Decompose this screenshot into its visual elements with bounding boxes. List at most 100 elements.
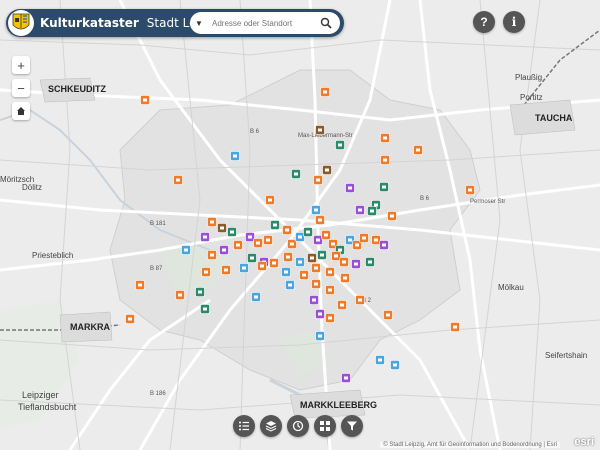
poi-marker[interactable] xyxy=(375,355,385,365)
poi-marker[interactable] xyxy=(325,267,335,277)
poi-marker[interactable] xyxy=(295,257,305,267)
poi-marker[interactable] xyxy=(311,279,321,289)
search-source-dropdown[interactable]: ▼ xyxy=(190,19,208,28)
poi-marker[interactable] xyxy=(227,227,237,237)
poi-marker[interactable] xyxy=(331,251,341,261)
history-button[interactable] xyxy=(287,415,309,437)
poi-marker[interactable] xyxy=(207,217,217,227)
poi-marker[interactable] xyxy=(450,322,460,332)
poi-marker[interactable] xyxy=(351,259,361,269)
poi-marker[interactable] xyxy=(221,265,231,275)
poi-marker[interactable] xyxy=(245,232,255,242)
layers-button[interactable] xyxy=(260,415,282,437)
poi-marker[interactable] xyxy=(125,314,135,324)
home-button[interactable] xyxy=(12,102,30,120)
place-label-moelkau: Mölkau xyxy=(498,283,524,292)
poi-marker[interactable] xyxy=(322,165,332,175)
poi-marker[interactable] xyxy=(230,151,240,161)
poi-marker[interactable] xyxy=(173,175,183,185)
poi-marker[interactable] xyxy=(380,155,390,165)
poi-marker[interactable] xyxy=(315,309,325,319)
poi-marker[interactable] xyxy=(135,280,145,290)
grid-button[interactable] xyxy=(314,415,336,437)
poi-marker[interactable] xyxy=(207,250,217,260)
search-box: ▼ xyxy=(190,12,340,34)
poi-marker[interactable] xyxy=(383,310,393,320)
map-attribution: © Stadt Leipzig, Amt für Geoinformation … xyxy=(380,442,560,448)
info-button[interactable]: i xyxy=(503,11,525,33)
poi-marker[interactable] xyxy=(247,253,257,263)
poi-marker[interactable] xyxy=(311,205,321,215)
poi-marker[interactable] xyxy=(315,331,325,341)
poi-marker[interactable] xyxy=(281,267,291,277)
poi-marker[interactable] xyxy=(325,285,335,295)
poi-marker[interactable] xyxy=(219,245,229,255)
poi-marker[interactable] xyxy=(315,215,325,225)
poi-marker[interactable] xyxy=(321,230,331,240)
poi-marker[interactable] xyxy=(315,125,325,135)
poi-marker[interactable] xyxy=(313,235,323,245)
poi-marker[interactable] xyxy=(325,313,335,323)
zoom-out-button[interactable]: − xyxy=(12,79,30,97)
poi-marker[interactable] xyxy=(335,140,345,150)
place-label-taucha: TAUCHA xyxy=(535,113,573,123)
poi-marker[interactable] xyxy=(390,360,400,370)
poi-marker[interactable] xyxy=(295,232,305,242)
poi-marker[interactable] xyxy=(251,292,261,302)
poi-marker[interactable] xyxy=(309,295,319,305)
poi-marker[interactable] xyxy=(263,235,273,245)
poi-marker[interactable] xyxy=(269,258,279,268)
poi-marker[interactable] xyxy=(337,300,347,310)
poi-marker[interactable] xyxy=(285,280,295,290)
poi-marker[interactable] xyxy=(201,267,211,277)
poi-marker[interactable] xyxy=(239,263,249,273)
poi-marker[interactable] xyxy=(371,235,381,245)
search-button[interactable] xyxy=(316,13,336,33)
poi-marker[interactable] xyxy=(270,220,280,230)
poi-marker[interactable] xyxy=(233,240,243,250)
poi-marker[interactable] xyxy=(195,287,205,297)
poi-marker[interactable] xyxy=(283,252,293,262)
poi-marker[interactable] xyxy=(355,205,365,215)
poi-marker[interactable] xyxy=(317,250,327,260)
poi-marker[interactable] xyxy=(200,232,210,242)
poi-marker[interactable] xyxy=(465,185,475,195)
help-button[interactable]: ? xyxy=(473,11,495,33)
poi-marker[interactable] xyxy=(217,223,227,233)
poi-marker[interactable] xyxy=(355,295,365,305)
city-map[interactable]: SCHKEUDITZ TAUCHA MARKRA MARKKLEEBERG Le… xyxy=(0,0,600,450)
poi-marker[interactable] xyxy=(387,211,397,221)
poi-marker[interactable] xyxy=(265,195,275,205)
poi-marker[interactable] xyxy=(287,239,297,249)
poi-marker[interactable] xyxy=(175,290,185,300)
poi-marker[interactable] xyxy=(313,175,323,185)
poi-marker[interactable] xyxy=(282,225,292,235)
poi-marker[interactable] xyxy=(379,182,389,192)
poi-marker[interactable] xyxy=(303,227,313,237)
poi-marker[interactable] xyxy=(339,257,349,267)
list-icon xyxy=(239,421,249,431)
poi-marker[interactable] xyxy=(367,206,377,216)
poi-marker[interactable] xyxy=(140,95,150,105)
poi-marker[interactable] xyxy=(380,133,390,143)
poi-marker[interactable] xyxy=(359,233,369,243)
poi-marker[interactable] xyxy=(320,87,330,97)
poi-marker[interactable] xyxy=(413,145,423,155)
poi-marker[interactable] xyxy=(365,257,375,267)
poi-marker[interactable] xyxy=(379,240,389,250)
poi-marker[interactable] xyxy=(307,253,317,263)
poi-marker[interactable] xyxy=(181,245,191,255)
poi-marker[interactable] xyxy=(299,270,309,280)
poi-marker[interactable] xyxy=(257,261,267,271)
poi-marker[interactable] xyxy=(200,304,210,314)
search-input[interactable] xyxy=(208,18,316,28)
poi-marker[interactable] xyxy=(340,273,350,283)
poi-marker[interactable] xyxy=(253,238,263,248)
poi-marker[interactable] xyxy=(345,183,355,193)
poi-marker[interactable] xyxy=(311,263,321,273)
list-button[interactable] xyxy=(233,415,255,437)
filter-button[interactable] xyxy=(341,415,363,437)
zoom-in-button[interactable]: + xyxy=(12,56,30,74)
poi-marker[interactable] xyxy=(341,373,351,383)
poi-marker[interactable] xyxy=(291,169,301,179)
